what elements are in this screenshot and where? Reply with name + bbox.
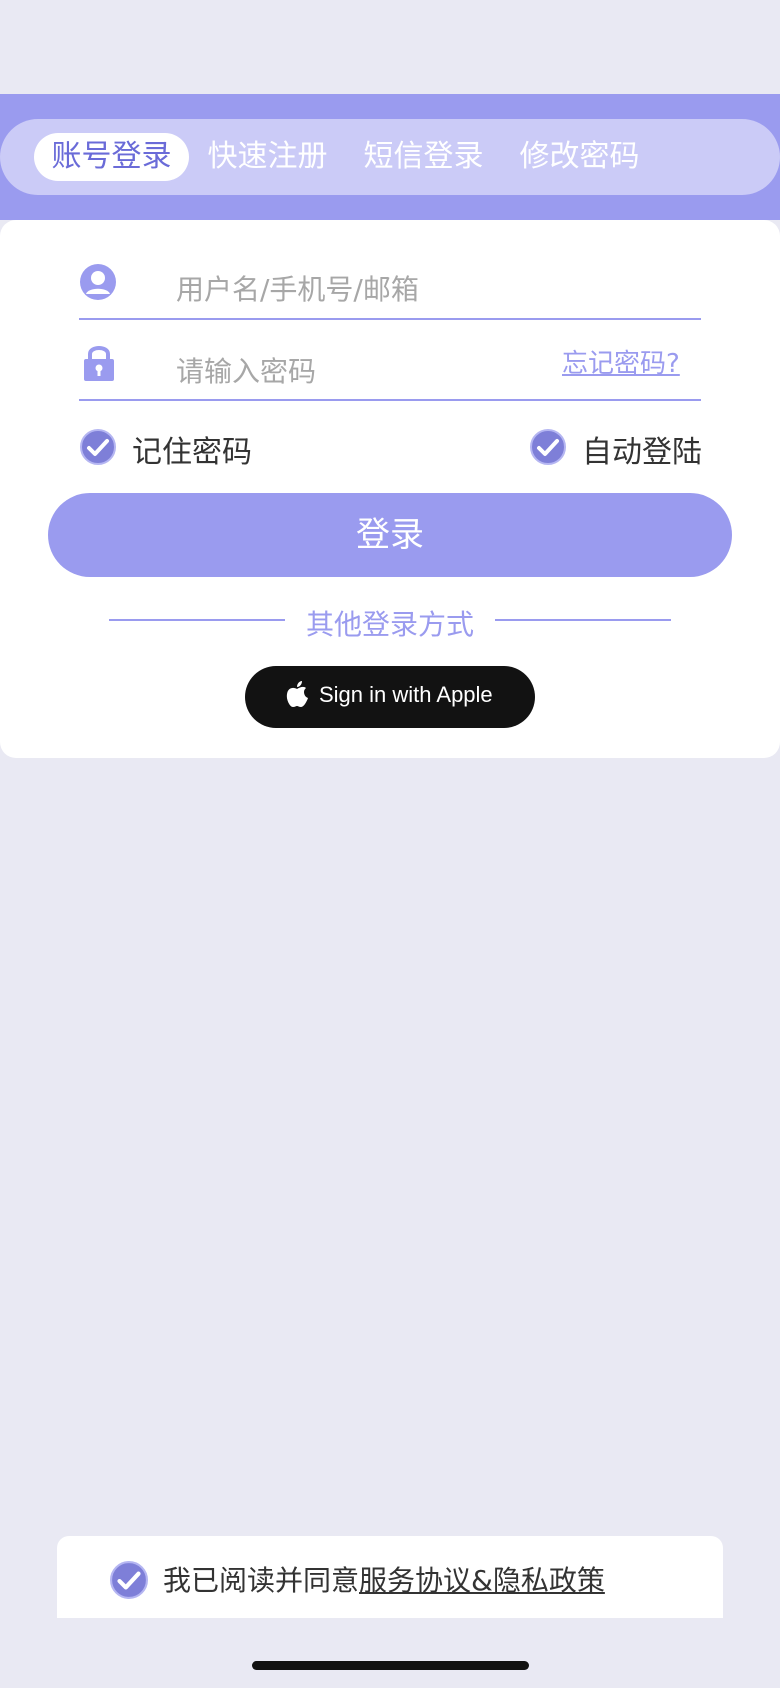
tab-sms-login[interactable]: 短信登录 [361, 133, 486, 181]
service-privacy-link[interactable]: 服务协议&隐私政策 [359, 1564, 605, 1597]
forgot-password-link[interactable]: 忘记密码? [562, 343, 680, 380]
user-icon [80, 264, 116, 300]
password-underline [79, 399, 701, 401]
lock-icon [84, 346, 114, 381]
agreement-prefix: 我已阅读并同意 [163, 1564, 360, 1597]
password-input[interactable]: 请输入密码 [176, 350, 316, 390]
other-login-methods-label: 其他登录方式 [305, 608, 474, 641]
remember-checkbox[interactable] [80, 429, 116, 465]
login-button[interactable]: 登录 [48, 493, 732, 577]
agreement-text: 我已阅读并同意服务协议&隐私政策 [163, 1559, 605, 1599]
home-indicator [252, 1661, 529, 1670]
tab-change-password[interactable]: 修改密码 [517, 133, 642, 181]
username-input[interactable]: 用户名/手机号/邮箱 [176, 268, 419, 308]
auto-login-label: 自动登陆 [582, 435, 702, 470]
divider-right [495, 619, 671, 621]
apple-logo-icon [286, 681, 308, 707]
agreement-checkbox[interactable] [110, 1561, 148, 1599]
divider-left [109, 619, 285, 621]
sign-in-with-apple-button[interactable]: Sign in with Apple [245, 666, 535, 728]
auto-login-checkbox[interactable] [530, 429, 566, 465]
username-underline [79, 318, 701, 320]
remember-password-label: 记住密码 [132, 435, 252, 470]
status-bar-area [0, 0, 780, 94]
tab-account-login[interactable]: 账号登录 [34, 133, 189, 181]
tab-quick-register[interactable]: 快速注册 [205, 133, 330, 181]
apple-button-label: Sign in with Apple [319, 682, 493, 707]
